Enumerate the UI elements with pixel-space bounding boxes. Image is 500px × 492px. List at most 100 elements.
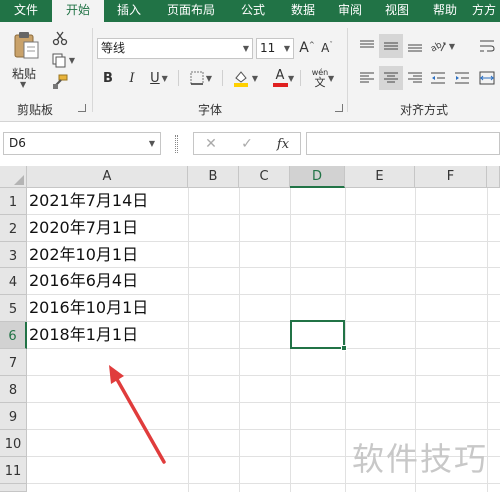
tab-formulas[interactable]: 公式 [228,0,278,22]
column-header-d[interactable]: D [290,166,345,188]
paste-dropdown-arrow[interactable]: ▼ [20,80,26,89]
wrap-text-button[interactable] [476,34,498,58]
italic-button[interactable]: I [124,68,140,88]
gridline [27,402,500,403]
divider [300,70,301,86]
chevron-down-icon: ▼ [242,44,249,53]
splitter-handle[interactable] [175,135,178,153]
tab-view[interactable]: 视图 [372,0,422,22]
merge-center-button[interactable] [476,66,498,90]
column-header-e[interactable]: E [345,166,415,188]
align-middle-icon [384,42,398,50]
gridline [27,214,500,215]
gridline [239,188,240,492]
selected-cell-d6[interactable] [290,320,345,349]
grow-font-button[interactable]: A ^ [299,38,315,58]
fill-handle[interactable] [341,345,347,351]
row-header-6[interactable]: 6 [0,322,27,349]
formula-buttons: ✕ ✓ fx [193,132,301,155]
bold-button[interactable]: B [100,68,116,88]
phonetic-bottom: 文 [314,75,326,89]
column-header-g[interactable] [487,166,500,188]
cancel-icon[interactable]: ✕ [200,135,222,153]
decrease-indent-button[interactable] [427,66,449,90]
align-right-icon [408,72,422,83]
cell-a2[interactable]: 2020年7月1日 [29,218,138,238]
row-header-7[interactable]: 7 [0,349,27,376]
tab-help[interactable]: 帮助 [422,0,468,22]
row-header-9[interactable]: 9 [0,403,27,430]
cell-a1[interactable]: 2021年7月14日 [29,191,148,211]
row-header-10[interactable]: 10 [0,430,27,457]
chevron-down-icon[interactable]: ▼ [328,74,334,83]
align-bottom-button[interactable] [403,34,427,58]
row-header-11[interactable]: 11 [0,457,27,484]
chevron-down-icon[interactable]: ▼ [288,74,294,83]
copy-button[interactable]: ▼ [48,51,78,69]
cell-a6[interactable]: 2018年1月1日 [29,325,138,345]
row-header-3[interactable]: 3 [0,242,27,268]
row-header-12[interactable] [0,484,27,492]
clipboard-group-label: 剪贴板 [17,103,54,117]
wrap-text-icon [480,40,495,52]
fill-color-button[interactable]: ▼ [228,67,262,89]
gridline [27,267,500,268]
row-header-5[interactable]: 5 [0,295,27,322]
cell-a5[interactable]: 2016年10月1日 [29,298,148,318]
font-name-select[interactable]: 等线 ▼ [97,38,253,59]
select-all-button[interactable] [0,166,27,188]
shrink-font-letter: A [321,41,330,55]
increase-indent-button[interactable] [451,66,473,90]
font-size-select[interactable]: 11 ▼ [256,38,294,59]
row-header-8[interactable]: 8 [0,376,27,403]
column-header-b[interactable]: B [188,166,239,188]
gridline [27,294,500,295]
cell-a4[interactable]: 2016年6月4日 [29,271,138,291]
borders-button[interactable]: ▼ [186,68,216,88]
cut-button[interactable] [50,29,70,47]
tab-insert[interactable]: 插入 [104,0,154,22]
alignment-group-label: 对齐方式 [400,103,449,117]
align-top-button[interactable] [355,34,379,58]
cell-a3[interactable]: 202年10月1日 [29,245,138,265]
align-left-button[interactable] [355,66,379,90]
tab-review[interactable]: 审阅 [328,0,372,22]
enter-icon[interactable]: ✓ [236,135,258,153]
tab-data[interactable]: 数据 [278,0,328,22]
paste-button[interactable] [10,28,44,62]
chevron-down-icon: ▼ [205,73,213,83]
row-header-4[interactable]: 4 [0,268,27,295]
format-painter-button[interactable] [50,73,70,91]
watermark: 软件技巧 [352,440,489,478]
tab-home[interactable]: 开始 [52,0,104,22]
shrink-font-button[interactable]: Aˇ [319,38,335,58]
clipboard-launcher-icon[interactable] [78,104,86,112]
format-painter-icon [53,74,68,89]
gridline [27,375,500,376]
column-header-a[interactable]: A [27,166,188,188]
row-header-2[interactable]: 2 [0,215,27,242]
tab-page-layout[interactable]: 页面布局 [154,0,228,22]
spreadsheet-grid[interactable]: A B C D E F 1 2 3 4 5 6 7 8 9 10 11 2021… [0,166,500,492]
align-right-button[interactable] [403,66,427,90]
formula-input[interactable] [306,132,500,155]
orientation-button[interactable]: ab ▼ [427,34,457,58]
annotation-arrow-icon [109,365,166,464]
underline-button[interactable]: U ▼ [146,68,172,88]
font-color-swatch [272,83,288,87]
name-box[interactable]: D6 ▼ [3,132,161,155]
gridline [27,321,500,322]
row-header-1[interactable]: 1 [0,188,27,215]
tab-file[interactable]: 文件 [0,0,52,22]
align-center-button[interactable] [379,66,403,90]
tab-fangfang[interactable]: 方方 [468,0,500,22]
column-header-f[interactable]: F [415,166,487,188]
align-middle-button[interactable] [379,34,403,58]
column-header-c[interactable]: C [239,166,290,188]
font-launcher-icon[interactable] [335,104,343,112]
caret-down-icon: ˇ [329,41,333,49]
merge-cells-icon [479,71,495,85]
gridline [27,483,500,484]
insert-function-button[interactable]: fx [272,135,294,153]
gridline [27,241,500,242]
